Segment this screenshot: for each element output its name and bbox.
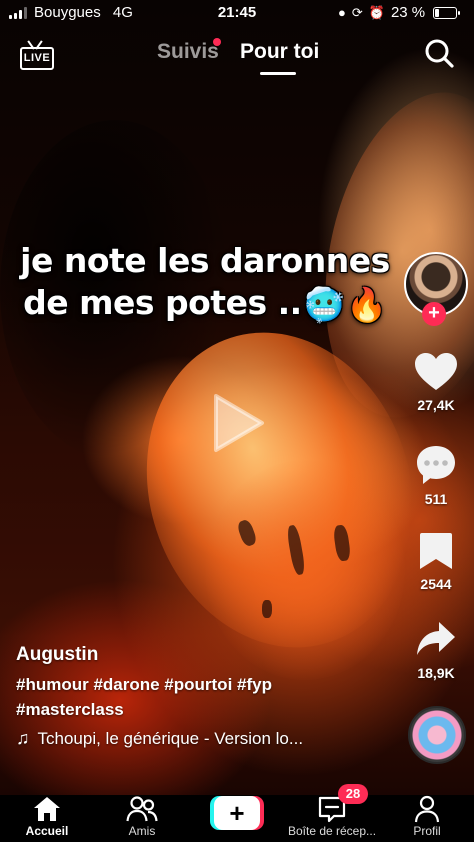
nav-friends[interactable]: Amis xyxy=(95,795,189,842)
nav-profile[interactable]: Profil xyxy=(380,795,474,842)
comment-icon xyxy=(417,446,455,484)
tab-following[interactable]: Suivis xyxy=(157,40,219,64)
battery-percent: 23 % xyxy=(390,4,426,21)
description-hashtags-line-2[interactable]: #masterclass xyxy=(16,697,396,722)
bottom-navigation: Accueil Amis + Boîte de récep... 28 Prof… xyxy=(0,784,474,842)
heart-icon xyxy=(415,353,457,390)
friends-icon xyxy=(126,796,158,822)
post-info: Augustin #humour #darone #pourtoi #fyp #… xyxy=(16,644,396,749)
live-button[interactable]: LIVE xyxy=(18,38,54,72)
inbox-badge: 28 xyxy=(338,784,368,804)
tiktok-feed-screen: Bouygues 4G 21:45 ● ⟳ ⏰ 23 % LIVE Suivis… xyxy=(0,0,474,842)
favorite-button[interactable]: 2544 xyxy=(400,531,472,592)
battery-icon xyxy=(433,6,461,19)
home-icon xyxy=(34,797,60,821)
overlay-text-line-2-words: de mes potes .. xyxy=(23,283,302,322)
live-icon: LIVE xyxy=(20,47,54,70)
comment-count: 511 xyxy=(424,491,448,507)
play-icon[interactable] xyxy=(208,388,268,458)
overlay-text-line-1: je note les daronnes xyxy=(20,241,390,280)
nav-friends-label: Amis xyxy=(128,824,156,838)
creator-username[interactable]: Augustin xyxy=(16,644,396,666)
like-count: 27,4K xyxy=(417,397,455,413)
tab-following-notification-dot xyxy=(213,38,221,46)
search-button[interactable] xyxy=(424,38,454,68)
profile-icon xyxy=(414,795,440,823)
comment-button[interactable]: 511 xyxy=(400,444,472,507)
nav-home-label: Accueil xyxy=(25,824,69,838)
favorite-count: 2544 xyxy=(420,576,452,592)
fire-emoji: 🔥 xyxy=(346,284,387,324)
status-bar: Bouygues 4G 21:45 ● ⟳ ⏰ 23 % xyxy=(0,0,474,26)
follow-button[interactable]: + xyxy=(422,302,446,326)
bookmark-icon xyxy=(420,533,452,569)
sound-row[interactable]: ♫ Tchoupi, le générique - Version lo... xyxy=(16,728,396,749)
cold-face-emoji: 🥶 xyxy=(303,284,345,324)
top-navigation: LIVE Suivis Pour toi xyxy=(0,30,474,80)
search-icon xyxy=(425,39,454,68)
share-count: 18,9K xyxy=(417,665,455,681)
rotation-lock-icon: ⟳ xyxy=(351,4,363,20)
create-button[interactable]: + xyxy=(210,796,264,830)
tab-for-you[interactable]: Pour toi xyxy=(240,40,319,64)
nav-inbox-label: Boîte de récep... xyxy=(287,824,377,838)
person-icon: ● xyxy=(338,5,346,20)
nav-profile-label: Profil xyxy=(413,824,441,838)
overlay-text-line-2: de mes potes ..🥶🔥 xyxy=(0,282,410,326)
video-overlay-text: je note les daronnes de mes potes ..🥶🔥 xyxy=(0,240,410,326)
post-description: #humour #darone #pourtoi #fyp #mastercla… xyxy=(16,672,396,722)
active-tab-indicator xyxy=(260,72,296,75)
create-icon: + xyxy=(214,796,260,830)
alarm-icon: ⏰ xyxy=(368,4,385,20)
video-mark xyxy=(262,600,272,618)
status-icons: ● ⟳ ⏰ 23 % xyxy=(338,4,461,21)
description-hashtags-line-1[interactable]: #humour #darone #pourtoi #fyp xyxy=(16,672,396,697)
sound-title: Tchoupi, le générique - Version lo... xyxy=(37,728,304,748)
music-disc-icon[interactable] xyxy=(408,706,466,764)
music-note-icon: ♫ xyxy=(16,728,30,748)
like-button[interactable]: 27,4K xyxy=(400,352,472,413)
share-icon xyxy=(417,622,455,655)
battery-level-fill xyxy=(435,8,440,17)
nav-inbox[interactable]: Boîte de récep... xyxy=(285,795,379,842)
share-button[interactable]: 18,9K xyxy=(400,620,472,681)
nav-home[interactable]: Accueil xyxy=(0,795,94,842)
